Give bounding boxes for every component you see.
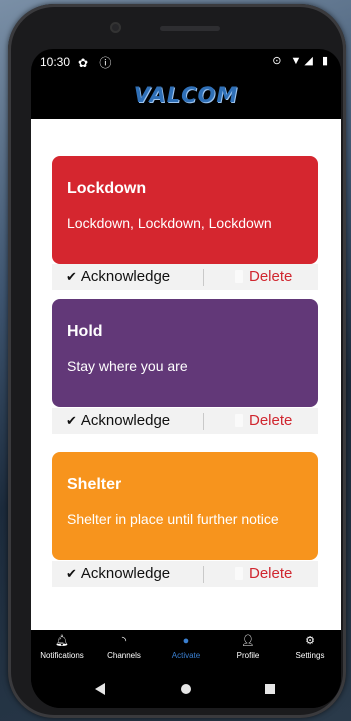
nav-activate[interactable]: ● Activate [155, 634, 217, 660]
bell-icon: 🔔︎ [55, 635, 69, 647]
recent-apps-icon[interactable] [265, 684, 275, 694]
nav-label: Notifications [40, 651, 84, 660]
nav-settings[interactable]: ⚙ Settings [279, 634, 341, 660]
alert-actions-shelter: ✔ Acknowledge Delete [52, 561, 318, 587]
delete-button[interactable]: Delete [249, 268, 292, 285]
alert-title: Lockdown [67, 180, 147, 197]
acknowledge-label: Acknowledge [80, 268, 171, 285]
system-navigation-bar [31, 670, 341, 708]
acknowledge-label: Acknowledge [80, 565, 171, 582]
trash-icon[interactable] [235, 414, 243, 427]
status-time: 10:30 [40, 55, 71, 69]
action-divider [203, 413, 204, 430]
bottom-navigation: 🔔︎ Notifications ◝ Channels ● Activate 👤… [31, 630, 341, 670]
nav-label: Settings [295, 651, 325, 660]
valcom-logo: VALCOM [133, 83, 239, 107]
acknowledge-button[interactable]: ✔ Acknowledge [66, 268, 170, 285]
alert-card-shelter[interactable]: Shelter Shelter in place until further n… [52, 452, 318, 560]
phone-screen: 10:30 ✿ ⓘ ⊙ ▼◢ ▮ VALCOM Lockdown Lockdow… [31, 49, 341, 708]
alert-message: Shelter in place until further notice [67, 511, 279, 527]
alert-title: Shelter [67, 476, 122, 493]
acknowledge-button[interactable]: ✔ Acknowledge [66, 565, 170, 582]
alert-actions-lockdown: ✔ Acknowledge Delete [52, 264, 318, 290]
trash-icon[interactable] [235, 270, 243, 283]
action-divider [203, 566, 204, 583]
person-icon: 👤︎ [241, 635, 255, 647]
rss-icon: ◝ [121, 635, 127, 647]
nav-label: Profile [236, 651, 260, 660]
delete-button[interactable]: Delete [249, 565, 292, 582]
action-divider [203, 269, 204, 286]
status-bar: 10:30 ✿ ⓘ ⊙ ▼◢ ▮ [31, 49, 341, 75]
alert-card-lockdown[interactable]: Lockdown Lockdown, Lockdown, Lockdown [52, 156, 318, 264]
alert-circle-icon: ● [182, 635, 190, 647]
home-icon[interactable] [181, 684, 191, 694]
alert-list[interactable]: Lockdown Lockdown, Lockdown, Lockdown ✔ A… [31, 119, 341, 630]
acknowledge-label: Acknowledge [80, 412, 171, 429]
camera-lens [110, 22, 121, 33]
alert-message: Stay where you are [67, 358, 188, 374]
nav-label: Channels [107, 651, 141, 660]
phone-frame: 10:30 ✿ ⓘ ⊙ ▼◢ ▮ VALCOM Lockdown Lockdow… [8, 4, 346, 718]
alert-title: Hold [67, 323, 103, 340]
gear-icon: ⚙ [305, 635, 315, 647]
alert-message: Lockdown, Lockdown, Lockdown [67, 215, 272, 231]
trash-icon[interactable] [235, 567, 243, 580]
alert-actions-hold: ✔ Acknowledge Delete [52, 408, 318, 434]
checkmark-icon: ✔ [66, 413, 77, 428]
alert-card-hold[interactable]: Hold Stay where you are [52, 299, 318, 407]
back-icon[interactable] [95, 683, 105, 695]
earpiece-speaker [160, 26, 220, 31]
nav-notifications[interactable]: 🔔︎ Notifications [31, 634, 93, 660]
status-signal-battery-icons: ⊙ ▼◢ ▮ [272, 55, 331, 67]
delete-button[interactable]: Delete [249, 412, 292, 429]
checkmark-icon: ✔ [66, 269, 77, 284]
app-header: VALCOM [31, 75, 341, 119]
checkmark-icon: ✔ [66, 566, 77, 581]
nav-profile[interactable]: 👤︎ Profile [217, 634, 279, 660]
nav-label: Activate [171, 651, 201, 660]
acknowledge-button[interactable]: ✔ Acknowledge [66, 412, 170, 429]
nav-channels[interactable]: ◝ Channels [93, 634, 155, 660]
status-notification-icons: ✿ ⓘ [78, 56, 116, 70]
